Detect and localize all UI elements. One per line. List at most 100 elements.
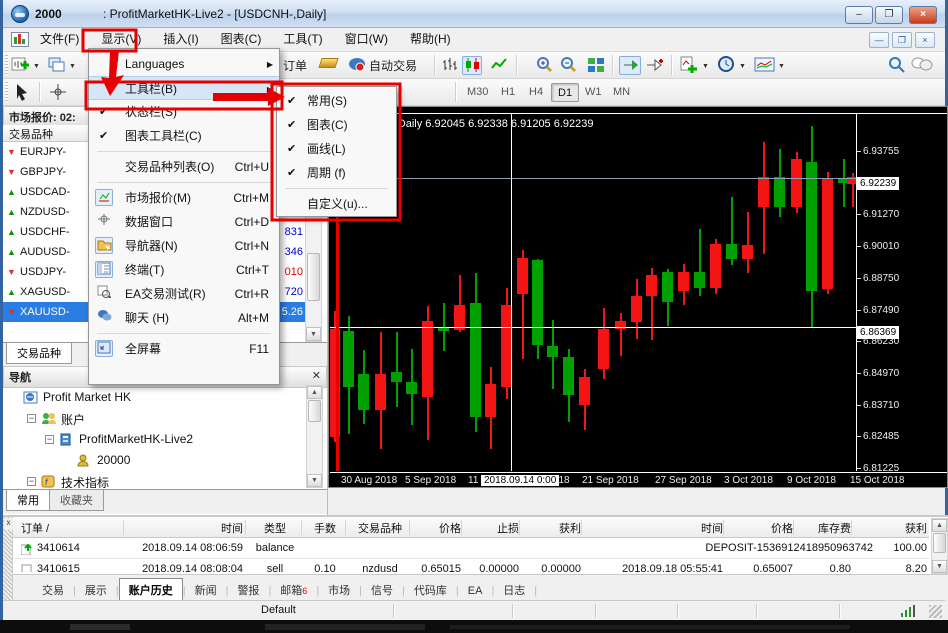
menu-item-导航器-N-[interactable]: 导航器(N)Ctrl+N	[89, 234, 279, 258]
market-watch-tab[interactable]: 交易品种	[6, 343, 72, 364]
candlestick-chart-icon[interactable]	[462, 56, 482, 75]
period-button-H1[interactable]: H1	[495, 83, 521, 102]
menu-item-EA交易测试-R-[interactable]: EA交易测试(R)Ctrl+R	[89, 282, 279, 306]
terminal-column-header[interactable]: 获利	[523, 520, 581, 536]
time-axis[interactable]: 30 Aug 20185 Sep 2018112018.09.14 0:00p …	[330, 472, 947, 488]
period-button-D1[interactable]: D1	[551, 83, 579, 102]
chat-bubbles-icon[interactable]	[911, 56, 933, 79]
terminal-tab-展示[interactable]: 展示	[76, 579, 116, 601]
submenu-item-自定义-u-[interactable]: 自定义(u)...	[277, 192, 396, 216]
terminal-column-header[interactable]: 交易品种	[349, 520, 411, 536]
mdi-restore-button[interactable]: ❐	[892, 32, 912, 48]
terminal-tab-代码库[interactable]: 代码库	[405, 579, 456, 601]
period-dropdown[interactable]: ▼	[739, 63, 746, 70]
chart-plot-area[interactable]: USDCNH-,Daily 6.92045 6.92338 6.91205 6.…	[330, 113, 856, 471]
price-axis[interactable]: 6.937556.924956.912706.900106.887506.874…	[856, 113, 947, 471]
tile-windows-icon[interactable]	[586, 56, 606, 79]
search-icon[interactable]	[887, 56, 907, 79]
scroll-up-icon[interactable]: ▲	[932, 519, 947, 532]
navigator-tab-favorites[interactable]: 收藏夹	[50, 490, 104, 511]
scroll-down-icon[interactable]: ▼	[306, 327, 321, 341]
bar-chart-icon[interactable]	[441, 56, 459, 79]
navigator-scrollbar[interactable]: ▲ ▼	[306, 385, 323, 488]
zoom-out-icon[interactable]	[559, 56, 579, 79]
terminal-tab-交易[interactable]: 交易	[33, 579, 73, 601]
menubar-item-7[interactable]: 帮助(H)	[399, 28, 462, 51]
navigator-close-icon[interactable]: ✕	[312, 369, 321, 382]
scrollbar-thumb[interactable]	[307, 253, 320, 301]
tree-expander-icon[interactable]: −	[45, 435, 54, 444]
terminal-column-header[interactable]: 时间	[127, 520, 243, 536]
auto-scroll-icon[interactable]	[619, 56, 641, 75]
tree-node-ProfitMarketHK-Live2[interactable]: −ProfitMarketHK-Live2	[3, 430, 306, 450]
menubar-item-6[interactable]: 窗口(W)	[334, 28, 399, 51]
mdi-minimize-button[interactable]: —	[869, 32, 889, 48]
scroll-up-icon[interactable]: ▲	[307, 386, 322, 399]
terminal-column-header[interactable]: 获利	[855, 520, 927, 536]
indicators-dropdown[interactable]: ▼	[702, 63, 709, 70]
resize-grip[interactable]	[929, 605, 942, 618]
menu-item-交易品种列表-O-[interactable]: 交易品种列表(O)Ctrl+U	[89, 155, 279, 179]
gold-ingot-icon[interactable]	[318, 58, 338, 68]
toolbar-handle2[interactable]	[5, 82, 8, 102]
menu-item-图表工具栏-C-[interactable]: ✔图表工具栏(C)	[89, 124, 279, 148]
cursor-icon[interactable]	[13, 83, 31, 106]
tree-node-Profit-Market-HK[interactable]: Profit Market HK	[3, 388, 306, 408]
menubar-item-1[interactable]: 文件(F)	[29, 28, 90, 51]
menu-item-市场报价-M-[interactable]: 市场报价(M)Ctrl+M	[89, 186, 279, 210]
menu-item-状态栏-S-[interactable]: ✔状态栏(S)	[89, 100, 279, 124]
submenu-item-周期-f-[interactable]: ✔周期 (f)	[277, 161, 396, 185]
terminal-column-header[interactable]: 手数	[305, 520, 345, 536]
profile-name[interactable]: Default	[261, 604, 296, 616]
menu-item-全屏幕[interactable]: 全屏幕F11	[89, 337, 279, 361]
toolbar-handle[interactable]	[5, 55, 8, 75]
template-icon[interactable]	[754, 56, 776, 79]
tree-node-账户[interactable]: −账户	[3, 409, 306, 429]
terminal-column-header[interactable]: 库存费	[797, 520, 851, 536]
terminal-tab-邮箱[interactable]: 邮箱6	[271, 579, 316, 601]
indicators-icon[interactable]	[679, 56, 699, 79]
menu-item-工具栏-B-[interactable]: 工具栏(B)▶	[89, 76, 279, 100]
scroll-down-icon[interactable]: ▼	[932, 560, 947, 573]
terminal-column-header[interactable]: 止损	[465, 520, 519, 536]
crosshair-icon[interactable]	[49, 83, 67, 106]
submenu-item-画线-L-[interactable]: ✔画线(L)	[277, 137, 396, 161]
tree-node-20000[interactable]: 20000	[3, 451, 306, 471]
scroll-down-icon[interactable]: ▼	[307, 474, 322, 487]
line-chart-icon[interactable]	[490, 56, 508, 79]
mdi-close-button[interactable]: ×	[915, 32, 935, 48]
terminal-column-header[interactable]: 订单 /	[21, 520, 125, 536]
navigator-tab-common[interactable]: 常用	[6, 490, 50, 511]
submenu-item-常用-S-[interactable]: ✔常用(S)	[277, 89, 396, 113]
terminal-column-header[interactable]: 类型	[249, 520, 301, 536]
tree-expander-icon[interactable]: −	[27, 477, 36, 486]
terminal-tab-日志[interactable]: 日志	[494, 579, 534, 601]
terminal-tab-市场[interactable]: 市场	[319, 579, 359, 601]
menu-item-Languages[interactable]: Languages▶	[89, 52, 279, 76]
terminal-tab-警报[interactable]: 警报	[228, 579, 268, 601]
menubar-item-5[interactable]: 工具(T)	[272, 28, 333, 51]
chart-shift-icon[interactable]	[645, 56, 665, 79]
submenu-item-图表-C-[interactable]: ✔图表(C)	[277, 113, 396, 137]
period-button-H4[interactable]: H4	[523, 83, 549, 102]
terminal-scrollbar[interactable]: ▲ ▼	[931, 518, 948, 574]
period-button-MN[interactable]: MN	[607, 83, 636, 102]
terminal-column-header[interactable]: 时间	[585, 520, 723, 536]
terminal-close-icon[interactable]: x	[4, 518, 13, 530]
terminal-tab-EA[interactable]: EA	[459, 582, 492, 600]
period-button-W1[interactable]: W1	[579, 83, 608, 102]
template-dropdown[interactable]: ▼	[778, 63, 785, 70]
terminal-tab-账户历史[interactable]: 账户历史	[119, 578, 183, 602]
terminal-column-header[interactable]: 价格	[727, 520, 793, 536]
terminal-tab-新闻[interactable]: 新闻	[186, 579, 226, 601]
new-order-button[interactable]: 订单	[283, 57, 307, 74]
terminal-tab-信号[interactable]: 信号	[362, 579, 402, 601]
close-button[interactable]: ×	[909, 6, 937, 24]
menu-item-数据窗口[interactable]: 数据窗口Ctrl+D	[89, 210, 279, 234]
zoom-in-icon[interactable]	[535, 56, 555, 79]
profiles-dropdown[interactable]: ▼	[69, 63, 76, 70]
new-chart-icon[interactable]	[11, 56, 31, 79]
minimize-button[interactable]: –	[845, 6, 873, 24]
scrollbar-thumb[interactable]	[308, 400, 321, 422]
profiles-icon[interactable]	[47, 56, 67, 79]
